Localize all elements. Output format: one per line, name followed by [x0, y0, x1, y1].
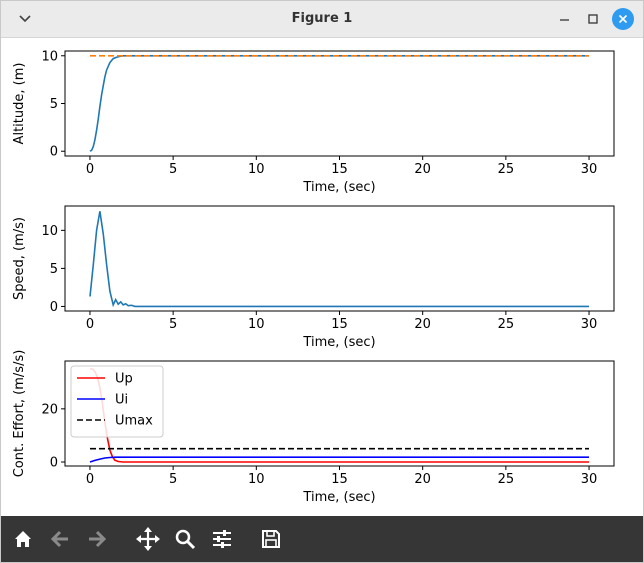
x-tick-label: 0: [86, 162, 94, 177]
maximize-icon[interactable]: [583, 9, 603, 29]
subplot-3: 0 5 10 15 20 25 30 0 20 Time, (sec) Cont. Effort, …: [12, 350, 615, 505]
figure-canvas[interactable]: 0 5 10 15 20 25 30 0 5 10 Time, (sec) Altitude, (m)…: [1, 38, 643, 516]
x-tick-label: 25: [498, 472, 515, 487]
x-tick-label: 0: [86, 317, 94, 332]
configure-subplots-icon[interactable]: [210, 527, 234, 551]
legend-label: Umax: [115, 414, 153, 429]
subplot-2: 0 5 10 15 20 25 30 0 5 10 Time, (sec) Speed, (m/s): [12, 205, 615, 350]
x-tick-label: 10: [248, 162, 265, 177]
subplot-1: 0 5 10 15 20 25 30 0 5 10 Time, (sec) Altitude, (m): [12, 49, 615, 195]
y-axis-label: Cont. Effort, (m/s/s): [12, 350, 27, 478]
axes-frame: [64, 205, 615, 312]
x-tick-label: 10: [248, 472, 265, 487]
close-icon[interactable]: [612, 8, 634, 30]
x-tick-label: 20: [414, 472, 431, 487]
y-tick-label: 0: [50, 145, 58, 160]
x-tick-label: 20: [414, 317, 431, 332]
zoom-icon[interactable]: [173, 527, 197, 551]
x-tick-label: 30: [581, 317, 598, 332]
plot-area[interactable]: 0 5 10 15 20 25 30 0 5 10 Time, (sec) Altitude, (m)…: [1, 38, 643, 516]
y-tick-label: 0: [50, 300, 58, 315]
x-tick-label: 5: [169, 162, 177, 177]
x-tick-label: 15: [331, 162, 348, 177]
navigation-toolbar: [1, 516, 643, 562]
y-axis-label: Speed, (m/s): [12, 217, 27, 300]
y-tick-label: 5: [50, 262, 58, 277]
title-bar[interactable]: Figure 1: [1, 1, 643, 38]
x-tick-label: 10: [248, 317, 265, 332]
minimize-icon[interactable]: [555, 9, 575, 29]
axes-frame: [64, 50, 615, 157]
x-axis-label: Time, (sec): [302, 180, 375, 195]
legend-label: Ui: [115, 393, 128, 408]
y-axis-label: Altitude, (m): [12, 63, 27, 145]
x-axis-label: Time, (sec): [302, 335, 375, 350]
x-tick-label: 30: [581, 162, 598, 177]
y-tick-label: 20: [41, 402, 58, 417]
window-title: Figure 1: [291, 11, 353, 26]
x-tick-label: 25: [498, 162, 515, 177]
home-icon[interactable]: [11, 527, 35, 551]
x-tick-label: 15: [331, 472, 348, 487]
series-line-1: [89, 211, 589, 308]
x-tick-label: 20: [414, 162, 431, 177]
y-tick-label: 10: [41, 49, 58, 64]
y-tick-label: 0: [50, 456, 58, 471]
y-tick-label: 10: [41, 224, 58, 239]
save-icon[interactable]: [259, 527, 283, 551]
legend: Up Ui Umax: [70, 365, 164, 438]
series-line-1: [89, 54, 589, 152]
back-arrow-icon[interactable]: [48, 527, 72, 551]
x-tick-label: 5: [169, 317, 177, 332]
legend-label: Up: [115, 372, 133, 387]
x-tick-label: 15: [331, 317, 348, 332]
pan-icon[interactable]: [136, 527, 160, 551]
forward-arrow-icon[interactable]: [85, 527, 109, 551]
figure-window: Figure 1 0 5 10 15 20 25 30 0 5 10 Time, (sec) Alti…: [0, 0, 644, 563]
x-tick-label: 30: [581, 472, 598, 487]
y-tick-label: 5: [50, 97, 58, 112]
x-tick-label: 5: [169, 472, 177, 487]
x-axis-label: Time, (sec): [302, 490, 375, 505]
x-tick-label: 0: [86, 472, 94, 487]
x-tick-label: 25: [498, 317, 515, 332]
